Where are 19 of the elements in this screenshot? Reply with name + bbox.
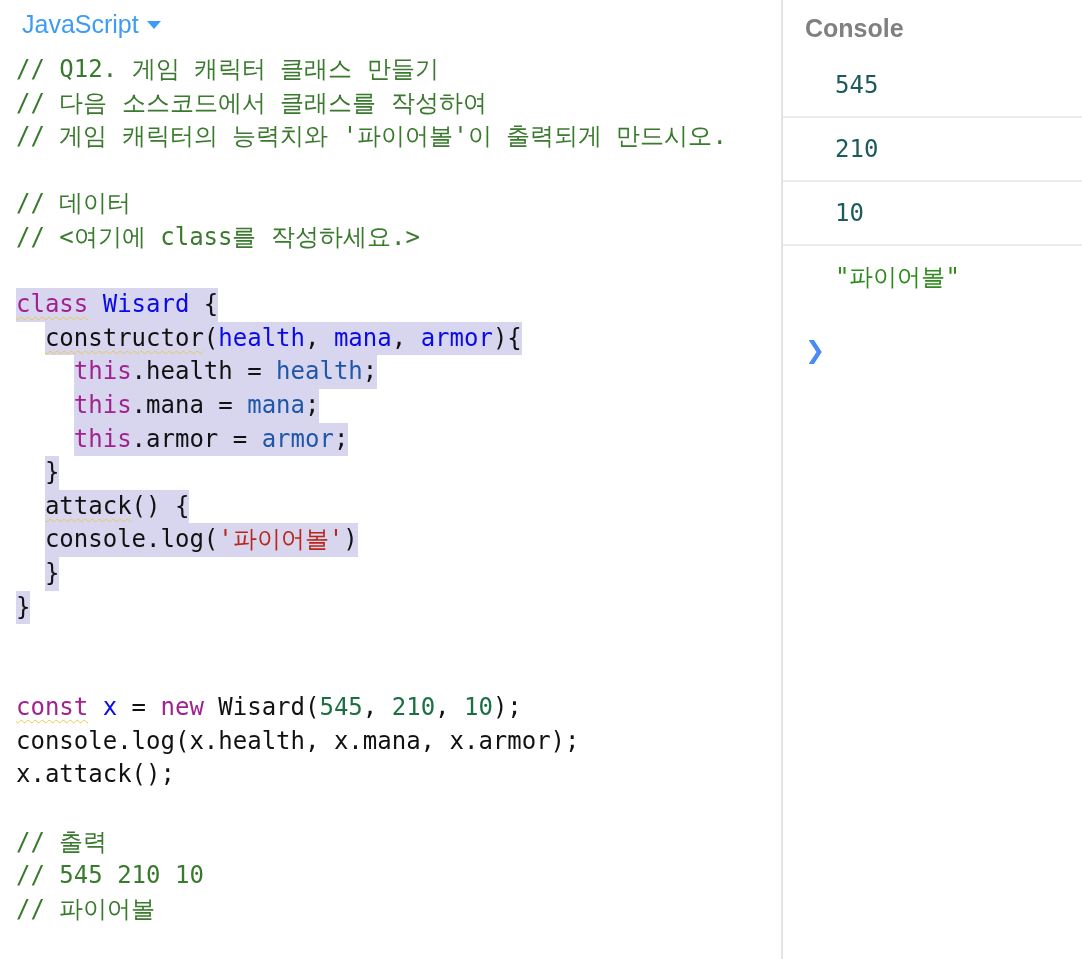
code-line: // 출력: [16, 826, 108, 858]
code-line: // 데이터: [16, 188, 132, 220]
code-line: // Q12. 게임 캐릭터 클래스 만들기: [16, 54, 439, 85]
code-line: console.log(x.health, x.mana, x.armor);: [16, 725, 580, 757]
language-dropdown[interactable]: JavaScript: [16, 10, 165, 39]
console-output: "파이어볼": [835, 262, 960, 293]
code-line: // 545 210 10: [16, 860, 204, 892]
console-prompt: ❯: [805, 336, 827, 364]
code-line: // 게임 캐릭터의 능력치와 '파이어볼'이 출력되게 만드시오.: [16, 121, 727, 153]
code-line: x.attack();: [16, 759, 175, 791]
console-output: 545: [835, 71, 879, 99]
code-line: // 다음 소스코드에서 클래스를 작성하여: [16, 87, 487, 119]
console-output: 10: [835, 199, 864, 227]
code-line: const x = new Wisard(545, 210, 10);: [16, 692, 522, 724]
console-output: 210: [835, 135, 879, 163]
console-title: Console: [804, 13, 905, 44]
code-line: // <여기에 class를 작성하세요.>: [16, 221, 420, 253]
caret-icon: [146, 20, 161, 29]
code-line: // 파이어볼: [16, 893, 156, 925]
